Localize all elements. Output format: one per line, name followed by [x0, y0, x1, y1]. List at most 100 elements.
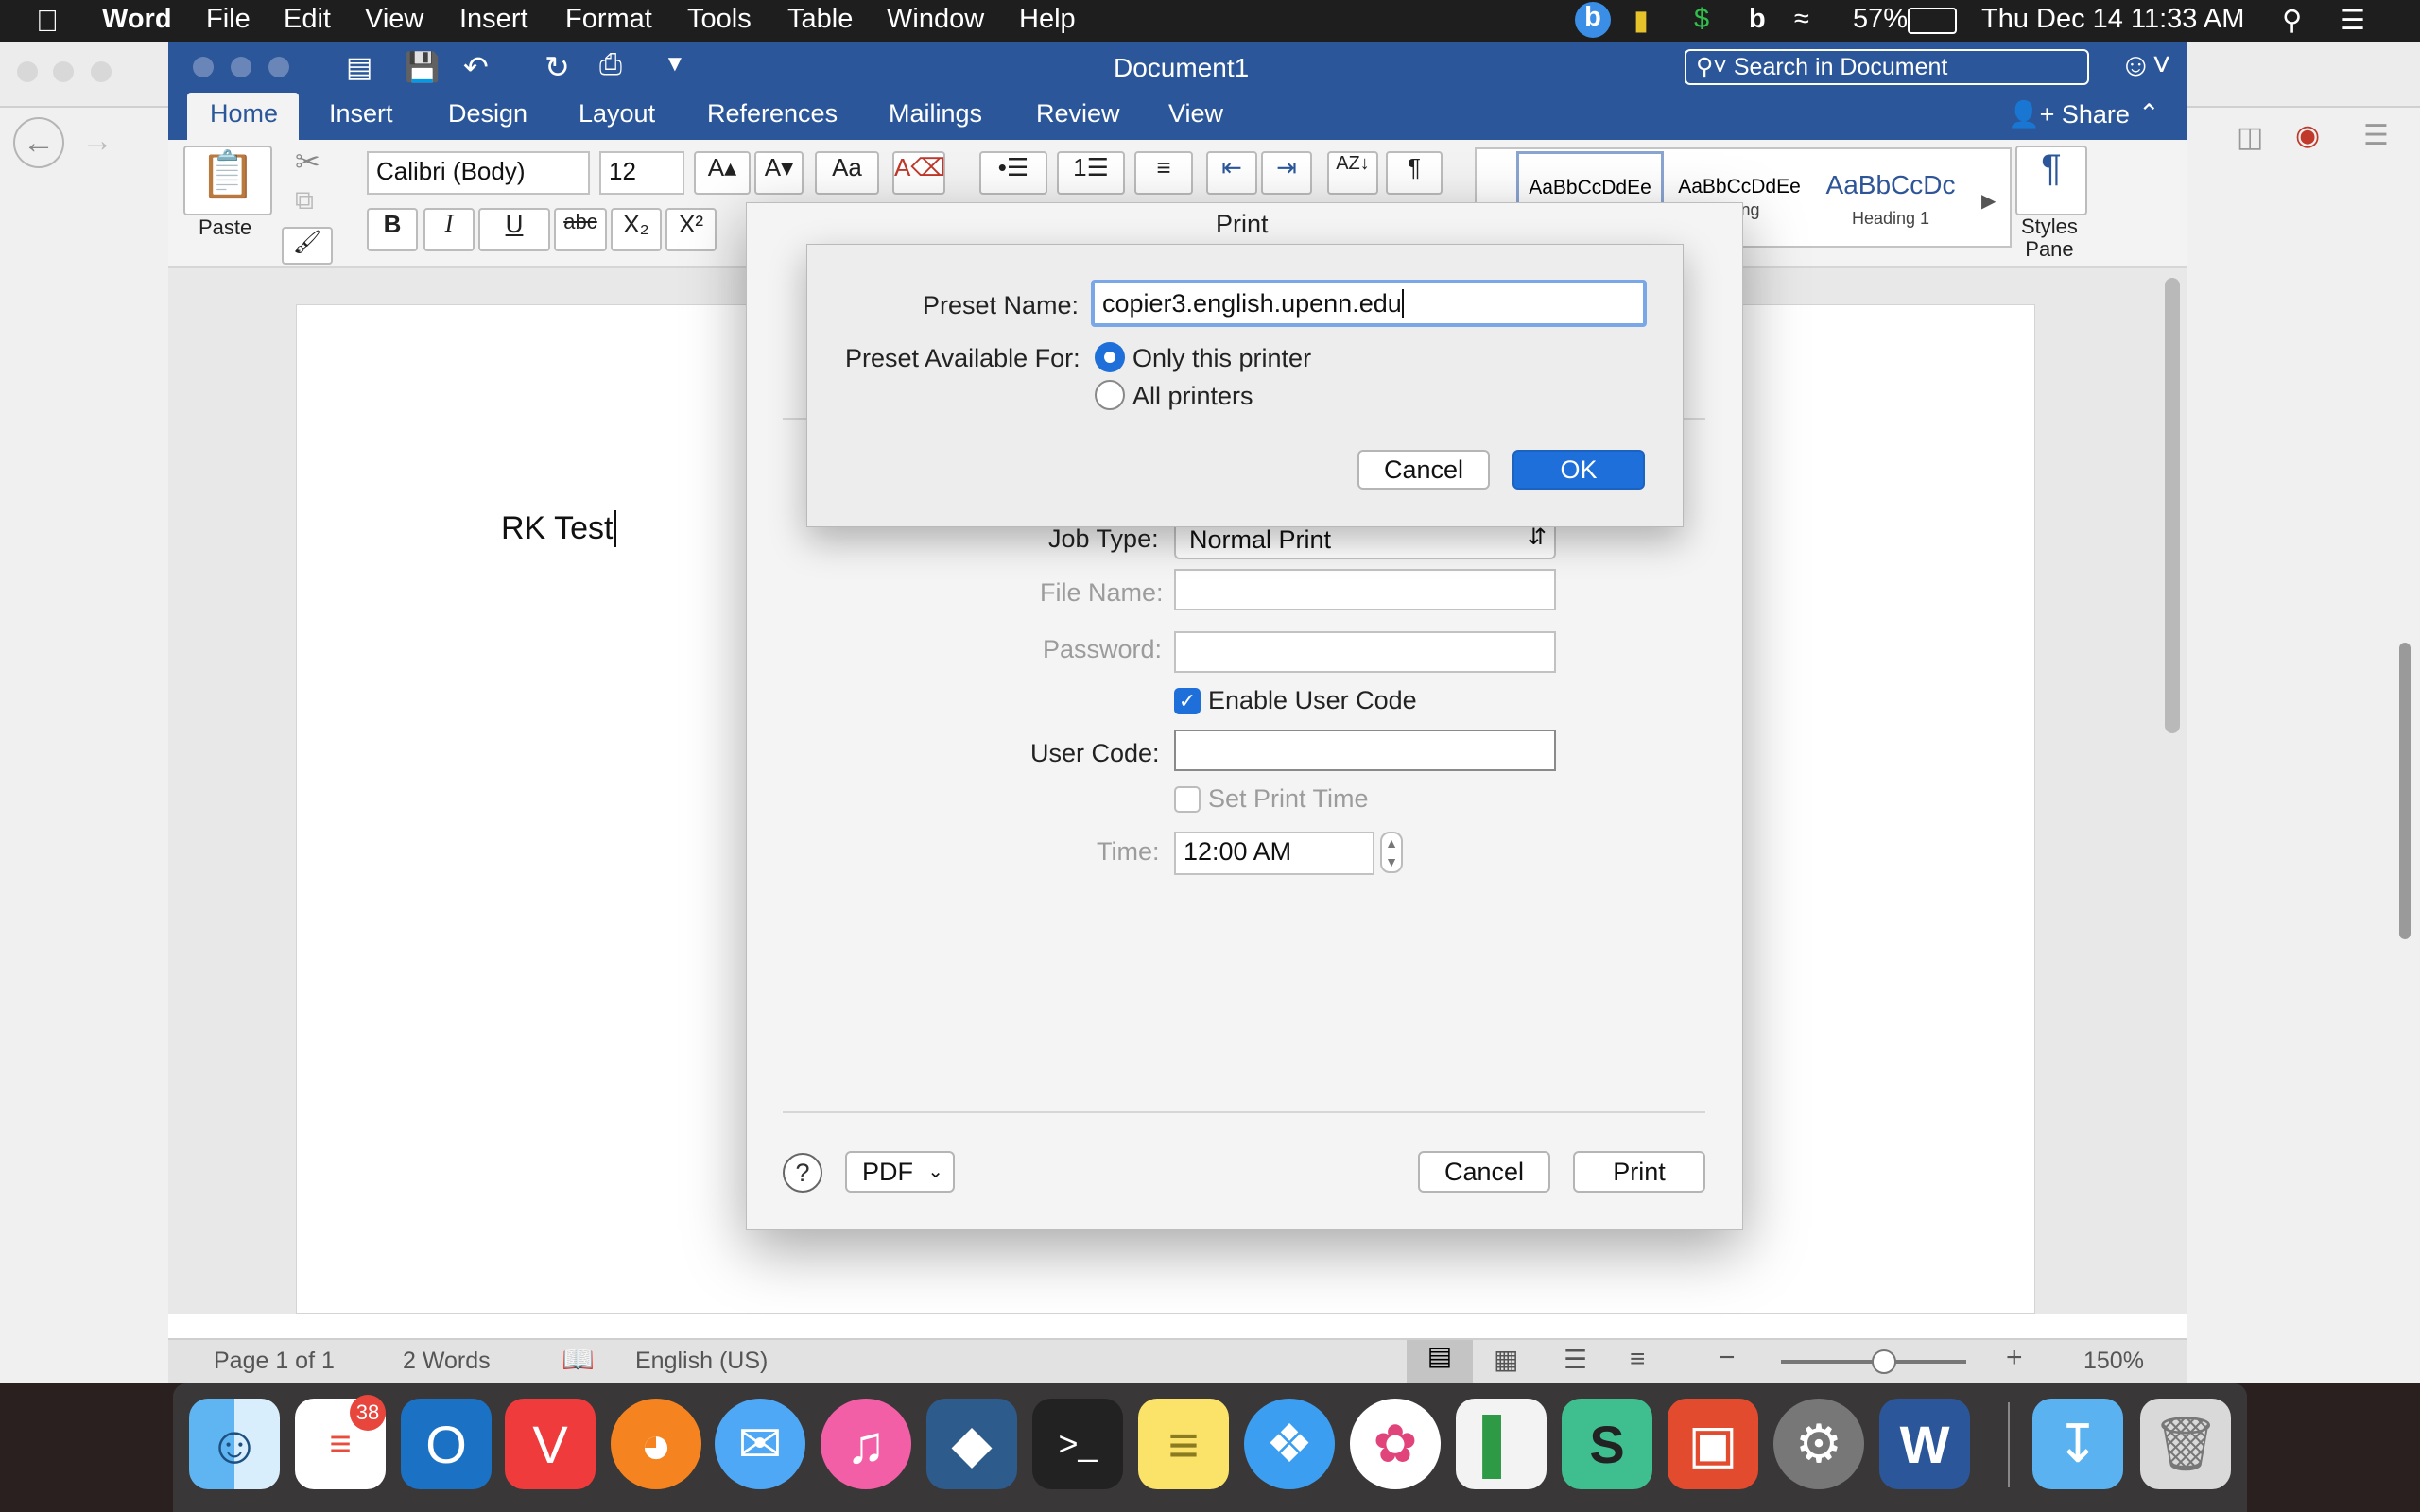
- word-count[interactable]: 2 Words: [403, 1348, 491, 1375]
- extension-icon[interactable]: ◉: [2295, 119, 2320, 152]
- minimize-window-icon[interactable]: [53, 61, 74, 82]
- sort-icon[interactable]: AZ↓: [1327, 151, 1378, 195]
- numbering-icon[interactable]: 1☰: [1057, 151, 1125, 195]
- finder-icon[interactable]: ☺: [189, 1399, 280, 1489]
- style-heading-1[interactable]: AaBbCcDc Heading 1: [1824, 155, 1957, 242]
- pdf-menu-button[interactable]: PDF ⌄: [845, 1151, 955, 1193]
- outlook-icon[interactable]: O: [401, 1399, 492, 1489]
- print-layout-icon[interactable]: ▤: [1407, 1340, 1473, 1383]
- font-name-select[interactable]: Calibri (Body): [367, 151, 590, 195]
- multilevel-list-icon[interactable]: ≡: [1134, 151, 1193, 195]
- b-icon[interactable]: b: [1749, 4, 1766, 35]
- draft-icon[interactable]: ≡: [1630, 1344, 1645, 1374]
- tab-mailings[interactable]: Mailings: [889, 99, 982, 129]
- print-icon[interactable]: ⎙: [599, 49, 622, 81]
- bold-icon[interactable]: B: [367, 208, 418, 251]
- subscript-icon[interactable]: X₂: [611, 208, 662, 251]
- web-layout-icon[interactable]: ▦: [1494, 1344, 1518, 1375]
- feedback-smiley-icon[interactable]: ☺˅: [2119, 47, 2171, 84]
- word-dock-icon[interactable]: W: [1879, 1399, 1970, 1489]
- help-button[interactable]: ?: [783, 1153, 822, 1193]
- tab-layout[interactable]: Layout: [579, 99, 655, 129]
- shield-icon[interactable]: ▮: [1634, 4, 1649, 37]
- apple-menu-icon[interactable]: : [36, 4, 59, 39]
- font-size-select[interactable]: 12: [599, 151, 684, 195]
- menu-tools[interactable]: Tools: [687, 4, 752, 35]
- italic-icon[interactable]: I: [424, 208, 475, 251]
- search-input[interactable]: ⚲˅ Search in Document: [1685, 49, 2089, 85]
- bullets-icon[interactable]: •☰: [979, 151, 1047, 195]
- print-button[interactable]: Print: [1573, 1151, 1705, 1193]
- spotlight-icon[interactable]: ⚲: [2282, 4, 2302, 37]
- customize-toolbar-icon[interactable]: ▼: [664, 51, 686, 77]
- menu-insert[interactable]: Insert: [459, 4, 528, 35]
- shrink-font-icon[interactable]: A▾: [754, 151, 804, 195]
- word-close-icon[interactable]: [193, 57, 214, 77]
- time-field[interactable]: 12:00 AM: [1174, 832, 1374, 875]
- remote-desktop-icon[interactable]: ▣: [1668, 1399, 1758, 1489]
- styles-expand-icon[interactable]: ▶: [1981, 189, 1996, 213]
- close-window-icon[interactable]: [17, 61, 38, 82]
- styles-pane-icon[interactable]: ¶: [2015, 146, 2087, 215]
- preset-name-input[interactable]: copier3.english.upenn.edu: [1091, 280, 1647, 327]
- decrease-indent-icon[interactable]: ⇤: [1206, 151, 1257, 195]
- forward-icon[interactable]: →: [81, 123, 113, 160]
- tab-view[interactable]: View: [1168, 99, 1223, 129]
- format-painter-icon[interactable]: 🖌: [282, 227, 333, 265]
- background-scrollbar[interactable]: [2399, 643, 2411, 939]
- preset-cancel-button[interactable]: Cancel: [1357, 450, 1490, 490]
- tab-home[interactable]: Home: [210, 99, 278, 129]
- zoom-slider-thumb[interactable]: [1872, 1349, 1896, 1374]
- page-count[interactable]: Page 1 of 1: [214, 1348, 335, 1375]
- numbers-icon[interactable]: ▌: [1456, 1399, 1547, 1489]
- document-text[interactable]: RK Test: [501, 510, 617, 547]
- menu-help[interactable]: Help: [1019, 4, 1076, 35]
- radio-only-this-printer[interactable]: [1095, 342, 1125, 372]
- notes-icon[interactable]: ≡: [1138, 1399, 1229, 1489]
- time-stepper[interactable]: ▲ ▼: [1380, 832, 1403, 873]
- photos-icon[interactable]: ✿: [1350, 1399, 1441, 1489]
- tab-review[interactable]: Review: [1036, 99, 1120, 129]
- bing-icon[interactable]: b: [1575, 2, 1611, 38]
- menu-file[interactable]: File: [206, 4, 251, 35]
- word-zoom-icon[interactable]: [268, 57, 289, 77]
- system-preferences-icon[interactable]: ⚙: [1773, 1399, 1864, 1489]
- sidebar-toggle-icon[interactable]: ▤: [346, 51, 372, 84]
- vivaldi-icon[interactable]: V: [505, 1399, 596, 1489]
- set-print-time-checkbox[interactable]: [1174, 786, 1201, 813]
- redo-icon[interactable]: ↻: [544, 49, 570, 85]
- slack-icon[interactable]: S: [1562, 1399, 1652, 1489]
- language-status[interactable]: English (US): [635, 1348, 768, 1375]
- tab-insert[interactable]: Insert: [329, 99, 393, 129]
- print-cancel-button[interactable]: Cancel: [1418, 1151, 1550, 1193]
- paste-icon[interactable]: 📋: [183, 146, 272, 215]
- back-icon[interactable]: ←: [13, 117, 64, 168]
- notification-center-icon[interactable]: ☰: [2341, 4, 2365, 37]
- save-icon[interactable]: 💾: [405, 51, 440, 84]
- share-button[interactable]: 👤+ Share: [2008, 99, 2130, 129]
- menu-window[interactable]: Window: [887, 4, 984, 35]
- trash-icon[interactable]: 🗑: [2140, 1399, 2231, 1489]
- tab-references[interactable]: References: [707, 99, 838, 129]
- user-code-field[interactable]: [1174, 730, 1556, 771]
- safari-icon[interactable]: ❖: [1244, 1399, 1335, 1489]
- proofing-icon[interactable]: 📖: [562, 1344, 595, 1375]
- preset-ok-button[interactable]: OK: [1512, 450, 1645, 490]
- file-name-field[interactable]: [1174, 569, 1556, 610]
- itunes-icon[interactable]: ♫: [821, 1399, 911, 1489]
- grow-font-icon[interactable]: A▴: [694, 151, 751, 195]
- outline-icon[interactable]: ☰: [1564, 1344, 1587, 1375]
- messages-icon[interactable]: ✉: [715, 1399, 805, 1489]
- terminal-icon[interactable]: >_: [1032, 1399, 1123, 1489]
- clear-formatting-icon[interactable]: A⌫: [892, 151, 945, 195]
- password-field[interactable]: [1174, 631, 1556, 673]
- styles-pane-label[interactable]: Styles Pane: [2021, 215, 2078, 261]
- menu-view[interactable]: View: [365, 4, 424, 35]
- document-scrollbar[interactable]: [2165, 278, 2180, 733]
- zoom-window-icon[interactable]: [91, 61, 112, 82]
- show-formatting-icon[interactable]: ¶: [1386, 151, 1443, 195]
- strikethrough-icon[interactable]: abc: [554, 208, 607, 251]
- menu-edit[interactable]: Edit: [284, 4, 331, 35]
- word-minimize-icon[interactable]: [231, 57, 251, 77]
- underline-icon[interactable]: U: [478, 208, 550, 251]
